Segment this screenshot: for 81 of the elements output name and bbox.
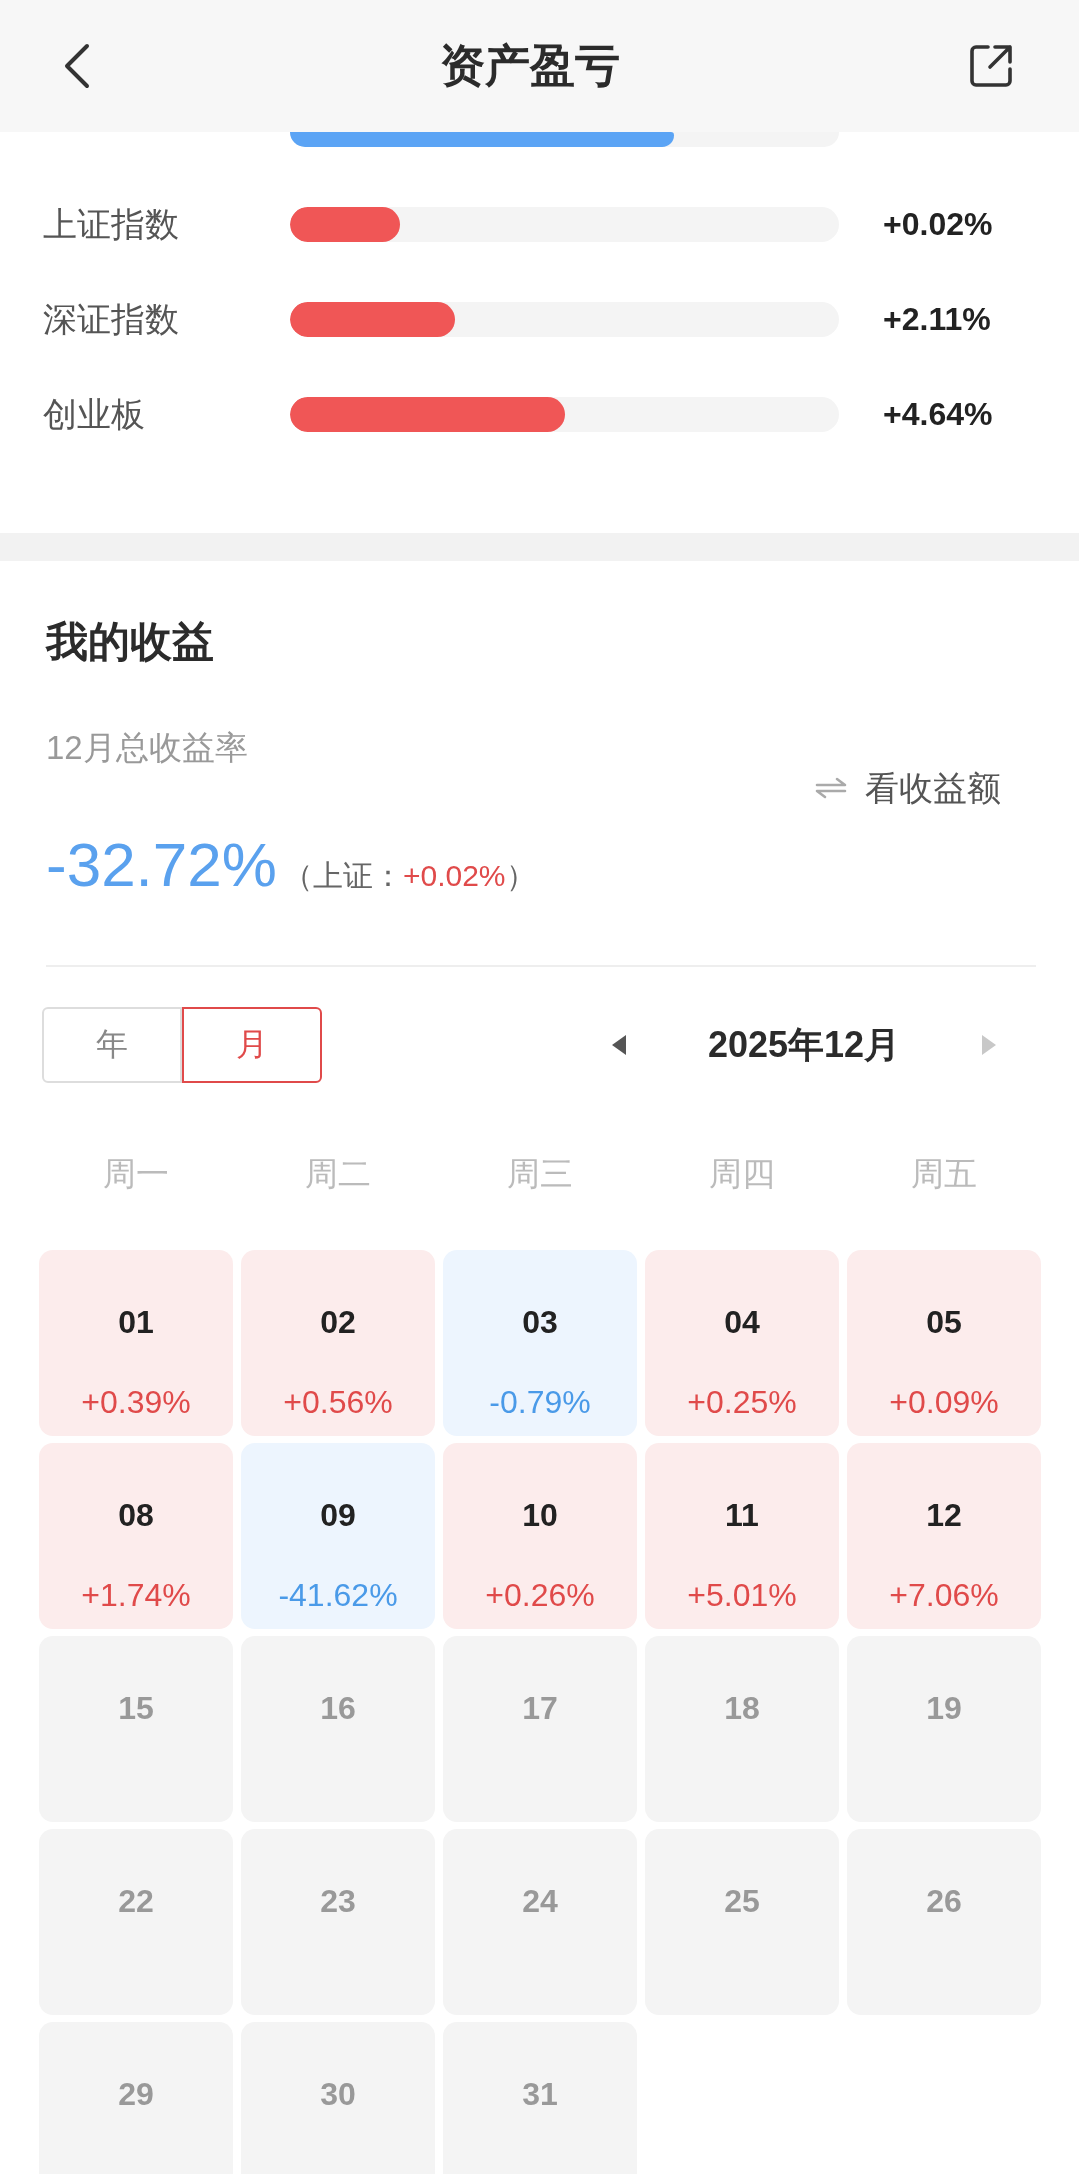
day-number: 29 bbox=[118, 2075, 154, 2114]
day-number: 19 bbox=[926, 1689, 962, 1728]
day-cell[interactable]: 26 bbox=[847, 1829, 1041, 2015]
day-number: 18 bbox=[724, 1689, 760, 1728]
period-tab[interactable]: 年 bbox=[42, 1007, 182, 1083]
day-cell[interactable]: 18 bbox=[645, 1636, 839, 1822]
day-cell[interactable]: 05 +0.09% bbox=[847, 1250, 1041, 1436]
total-return: -32.72% bbox=[46, 829, 277, 901]
day-number: 22 bbox=[118, 1882, 154, 1921]
switch-view-link[interactable]: 看收益额 bbox=[815, 767, 1001, 809]
swap-icon bbox=[815, 777, 847, 799]
day-cell[interactable]: 23 bbox=[241, 1829, 435, 2015]
day-number: 10 bbox=[522, 1496, 558, 1535]
day-cell[interactable]: 08 +1.74% bbox=[39, 1443, 233, 1629]
index-label: 深证指数 bbox=[43, 298, 179, 340]
day-cell[interactable]: 19 bbox=[847, 1636, 1041, 1822]
day-cell[interactable]: 02 +0.56% bbox=[241, 1250, 435, 1436]
day-number: 05 bbox=[926, 1303, 962, 1342]
period-label: 12月总收益率 bbox=[46, 728, 248, 768]
day-change: -41.62% bbox=[278, 1576, 398, 1615]
day-number: 24 bbox=[522, 1882, 558, 1921]
day-change: -0.79% bbox=[489, 1383, 591, 1422]
change-value: +2.11% bbox=[883, 301, 991, 338]
period-tab[interactable]: 月 bbox=[182, 1007, 322, 1083]
day-change: +1.74% bbox=[81, 1576, 191, 1615]
day-cell[interactable]: 30 bbox=[241, 2022, 435, 2174]
day-number: 09 bbox=[320, 1496, 356, 1535]
day-number: 23 bbox=[320, 1882, 356, 1921]
day-number: 03 bbox=[522, 1303, 558, 1342]
day-number: 04 bbox=[724, 1303, 760, 1342]
weekday-label: 周三 bbox=[507, 1154, 573, 1194]
day-number: 17 bbox=[522, 1689, 558, 1728]
day-cell[interactable]: 12 +7.06% bbox=[847, 1443, 1041, 1629]
day-number: 08 bbox=[118, 1496, 154, 1535]
day-change: +0.26% bbox=[485, 1576, 595, 1615]
day-change: +0.09% bbox=[889, 1383, 999, 1422]
month-label: 2025年12月 bbox=[706, 1022, 902, 1067]
day-cell[interactable]: 01 +0.39% bbox=[39, 1250, 233, 1436]
change-value: +4.64% bbox=[883, 396, 993, 433]
back-button[interactable] bbox=[62, 43, 90, 89]
day-change: +7.06% bbox=[889, 1576, 999, 1615]
day-number: 15 bbox=[118, 1689, 154, 1728]
day-change: +0.39% bbox=[81, 1383, 191, 1422]
index-label: 上证指数 bbox=[43, 203, 179, 245]
change-value: +0.02% bbox=[883, 206, 993, 243]
day-cell[interactable]: 03 -0.79% bbox=[443, 1250, 637, 1436]
day-cell[interactable]: 25 bbox=[645, 1829, 839, 2015]
day-number: 11 bbox=[725, 1496, 759, 1535]
day-cell[interactable]: 04 +0.25% bbox=[645, 1250, 839, 1436]
section-title: 我的收益 bbox=[46, 617, 214, 667]
day-change: +5.01% bbox=[687, 1576, 797, 1615]
day-cell[interactable]: 09 -41.62% bbox=[241, 1443, 435, 1629]
weekday-label: 周一 bbox=[103, 1154, 169, 1194]
day-cell[interactable]: 22 bbox=[39, 1829, 233, 2015]
day-number: 31 bbox=[522, 2075, 558, 2114]
benchmark-note: （上证：+0.02%） bbox=[282, 858, 536, 894]
day-cell[interactable]: 29 bbox=[39, 2022, 233, 2174]
day-cell[interactable]: 16 bbox=[241, 1636, 435, 1822]
share-button[interactable] bbox=[969, 44, 1013, 88]
day-cell[interactable]: 17 bbox=[443, 1636, 637, 1822]
day-cell[interactable]: 31 bbox=[443, 2022, 637, 2174]
back-icon bbox=[62, 43, 90, 89]
day-change: +0.56% bbox=[283, 1383, 393, 1422]
day-cell[interactable]: 15 bbox=[39, 1636, 233, 1822]
day-number: 25 bbox=[724, 1882, 760, 1921]
day-number: 12 bbox=[926, 1496, 962, 1535]
index-label: 创业板 bbox=[43, 393, 145, 435]
weekday-label: 周五 bbox=[911, 1154, 977, 1194]
day-change: +0.25% bbox=[687, 1383, 797, 1422]
day-number: 30 bbox=[320, 2075, 356, 2114]
weekday-label: 周四 bbox=[709, 1154, 775, 1194]
share-icon bbox=[969, 44, 1013, 88]
day-cell[interactable]: 11 +5.01% bbox=[645, 1443, 839, 1629]
day-number: 26 bbox=[926, 1882, 962, 1921]
day-number: 01 bbox=[118, 1303, 154, 1342]
day-number: 16 bbox=[320, 1689, 356, 1728]
day-cell[interactable]: 10 +0.26% bbox=[443, 1443, 637, 1629]
weekday-label: 周二 bbox=[305, 1154, 371, 1194]
day-cell[interactable]: 24 bbox=[443, 1829, 637, 2015]
day-number: 02 bbox=[320, 1303, 356, 1342]
page-title: 资产盈亏 bbox=[439, 39, 620, 93]
